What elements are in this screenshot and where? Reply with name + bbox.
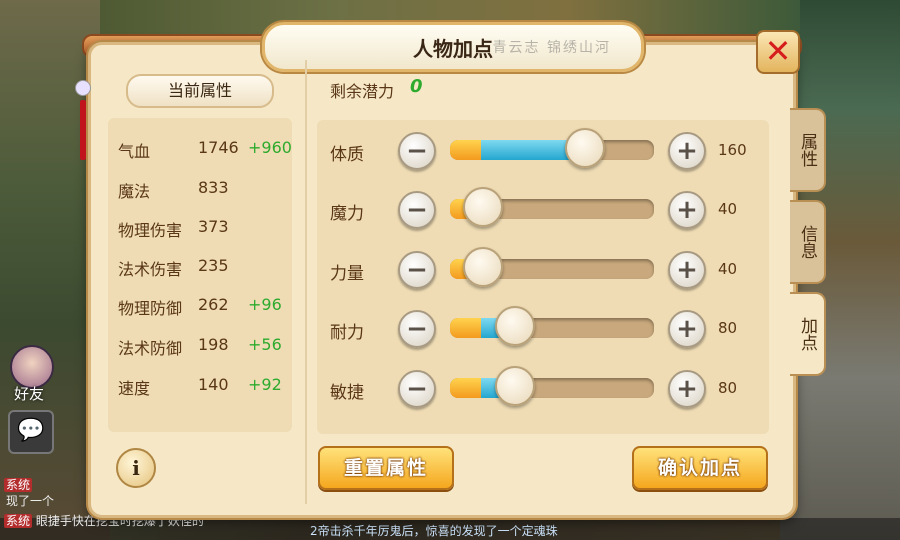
slider-handle[interactable] xyxy=(463,187,503,227)
stat-name: 耐力 xyxy=(330,323,364,343)
friend-label: 好友 xyxy=(14,385,45,403)
chat-tag: 系统 xyxy=(4,514,33,528)
attr-value: 262 xyxy=(198,295,229,314)
potential-label: 剩余潜力 xyxy=(330,82,395,101)
tab-label: 加点 xyxy=(797,317,817,351)
attr-name: 速度 xyxy=(118,379,151,398)
stat-value: 80 xyxy=(718,379,738,397)
plus-button[interactable]: + xyxy=(668,132,706,170)
stat-slider[interactable] xyxy=(450,140,654,160)
attr-row-speed: 速度 140 +92 xyxy=(118,375,294,399)
minus-button[interactable]: − xyxy=(398,191,436,229)
stat-row-constitution: 体质 − + 160 xyxy=(330,128,750,172)
attr-name: 法术防御 xyxy=(118,339,183,358)
bead-icon xyxy=(75,80,91,96)
attr-name: 物理防御 xyxy=(118,299,183,318)
attr-value: 373 xyxy=(198,217,229,236)
pendant-decoration xyxy=(74,80,92,180)
tassel-icon xyxy=(80,100,86,160)
chat-tag: 系统 xyxy=(4,478,33,492)
confirm-allocation-button[interactable]: 确认加点 xyxy=(632,446,768,490)
tab-allocate[interactable]: 加点 xyxy=(790,292,826,376)
attr-value: 833 xyxy=(198,178,229,197)
attr-name: 法术伤害 xyxy=(118,260,183,279)
chat-text: 现了一个 xyxy=(6,494,55,508)
attr-row-magic-dmg: 法术伤害 235 xyxy=(118,256,294,280)
column-divider xyxy=(305,60,307,504)
minus-button[interactable]: − xyxy=(398,251,436,289)
stat-name: 力量 xyxy=(330,264,364,284)
stat-name: 魔力 xyxy=(330,204,364,224)
close-button[interactable]: ✕ xyxy=(756,30,800,74)
friend-button[interactable]: 好友 xyxy=(6,345,56,405)
chat-line: 2帝击杀千年厉鬼后，惊喜的发现了一个定魂珠 xyxy=(310,522,558,539)
slider-handle[interactable] xyxy=(565,128,605,168)
tab-label: 属性 xyxy=(797,133,817,167)
chat-bubble-icon[interactable]: 💬 xyxy=(8,410,54,454)
attr-bonus: +960 xyxy=(248,138,292,157)
slider-handle[interactable] xyxy=(463,247,503,287)
attr-value: 235 xyxy=(198,256,229,275)
tab-attributes[interactable]: 属性 xyxy=(790,108,826,192)
stat-value: 80 xyxy=(718,319,738,337)
attr-row-mp: 魔法 833 xyxy=(118,178,294,202)
attr-bonus: +92 xyxy=(248,375,282,394)
close-icon: ✕ xyxy=(764,32,792,70)
attr-value: 198 xyxy=(198,335,229,354)
minus-button[interactable]: − xyxy=(398,132,436,170)
slider-base-fill xyxy=(450,140,481,160)
attr-row-phys-dmg: 物理伤害 373 xyxy=(118,217,294,241)
tab-label: 信息 xyxy=(797,225,817,259)
stat-row-strength: 力量 − + 40 xyxy=(330,247,750,291)
chat-text: 2帝击杀千年厉鬼后，惊喜的发现了一个定魂珠 xyxy=(310,524,558,538)
slider-handle[interactable] xyxy=(495,306,535,346)
attr-name: 魔法 xyxy=(118,182,151,201)
slider-base-fill xyxy=(450,318,481,338)
minus-button[interactable]: − xyxy=(398,310,436,348)
tab-info[interactable]: 信息 xyxy=(790,200,826,284)
attr-bonus: +56 xyxy=(248,335,282,354)
chat-line: 现了一个 xyxy=(6,492,54,509)
stat-name: 敏捷 xyxy=(330,383,364,403)
stat-value: 40 xyxy=(718,260,738,278)
stat-slider[interactable] xyxy=(450,318,654,338)
attr-value: 140 xyxy=(198,375,229,394)
stat-row-magic-power: 魔力 − + 40 xyxy=(330,187,750,231)
title-decoration: 青云志 锦绣山河 xyxy=(492,40,611,56)
attr-row-magic-def: 法术防御 198 +56 xyxy=(118,335,294,359)
attr-row-phys-def: 物理防御 262 +96 xyxy=(118,295,294,319)
current-attributes: 当前属性 气血 1746 +960 魔法 833 物理伤害 373 法术伤害 2… xyxy=(100,60,300,504)
stat-row-endurance: 耐力 − + 80 xyxy=(330,306,750,350)
potential-value: 0 xyxy=(410,76,423,97)
current-attributes-header: 当前属性 xyxy=(126,74,274,108)
title-plate: 人物加点 青云志 锦绣山河 xyxy=(262,22,644,72)
plus-button[interactable]: + xyxy=(668,310,706,348)
plus-button[interactable]: + xyxy=(668,251,706,289)
attr-row-hp: 气血 1746 +960 xyxy=(118,138,294,162)
slider-handle[interactable] xyxy=(495,366,535,406)
reset-attributes-button[interactable]: 重置属性 xyxy=(318,446,454,490)
minus-button[interactable]: − xyxy=(398,370,436,408)
plus-button[interactable]: + xyxy=(668,191,706,229)
attr-bonus: +96 xyxy=(248,295,282,314)
stat-row-agility: 敏捷 − + 80 xyxy=(330,366,750,410)
attr-name: 物理伤害 xyxy=(118,221,183,240)
stat-value: 160 xyxy=(718,141,747,159)
attr-name: 气血 xyxy=(118,142,151,161)
attributes-box: 气血 1746 +960 魔法 833 物理伤害 373 法术伤害 235 物理… xyxy=(108,118,292,432)
stat-name: 体质 xyxy=(330,145,364,165)
chat-line: 系统 xyxy=(4,476,33,493)
info-icon[interactable]: i xyxy=(116,448,156,488)
plus-button[interactable]: + xyxy=(668,370,706,408)
stat-slider[interactable] xyxy=(450,378,654,398)
stat-value: 40 xyxy=(718,200,738,218)
slider-base-fill xyxy=(450,378,481,398)
attr-value: 1746 xyxy=(198,138,239,157)
